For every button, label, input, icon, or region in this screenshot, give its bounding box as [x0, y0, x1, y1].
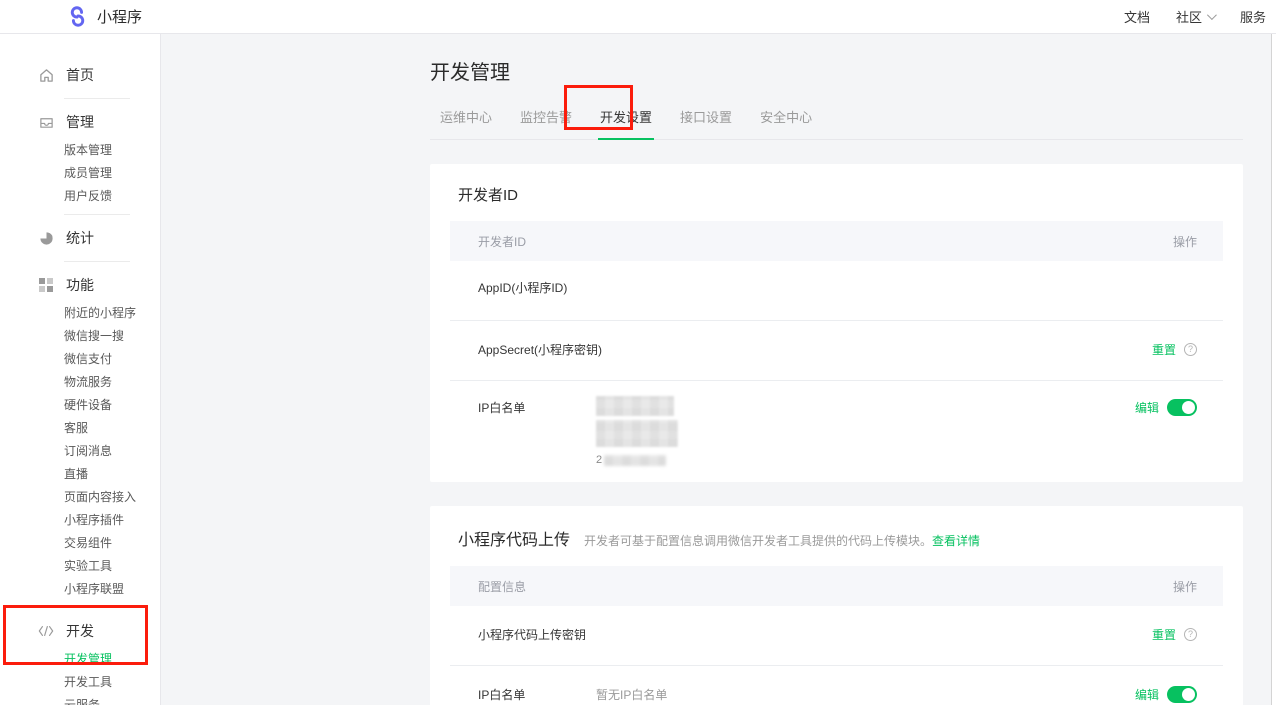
upload-ip-whitelist-empty: 暂无IP白名单 — [596, 686, 1135, 703]
sidebar-item-hardware[interactable]: 硬件设备 — [0, 394, 160, 417]
tab-dev-settings[interactable]: 开发设置 — [600, 107, 652, 126]
ip-whitelist-values-redacted: 2 — [596, 399, 1135, 466]
upload-ip-whitelist-label: IP白名单 — [478, 686, 596, 703]
sidebar-item-features[interactable]: 功能 — [0, 268, 160, 302]
tab-security-center[interactable]: 安全中心 — [760, 107, 812, 126]
code-icon — [38, 623, 54, 639]
ip-redacted-prefix: 2 — [596, 454, 602, 466]
appid-row: AppID(小程序ID) — [450, 261, 1223, 320]
view-details-link[interactable]: 查看详情 — [932, 534, 980, 548]
ip-whitelist-edit-button[interactable]: 编辑 — [1135, 399, 1159, 416]
appsecret-reset-button[interactable]: 重置 — [1152, 341, 1176, 358]
sidebar-item-dev-manage[interactable]: 开发管理 — [0, 648, 160, 671]
col-actions: 操作 — [1173, 578, 1197, 595]
sidebar-divider — [64, 214, 130, 215]
sidebar-divider — [64, 607, 130, 608]
developer-id-table-header: 开发者ID 操作 — [450, 221, 1223, 261]
ip-whitelist-toggle[interactable] — [1167, 399, 1197, 416]
sidebar-item-label: 功能 — [66, 275, 94, 295]
home-icon — [38, 67, 54, 83]
help-icon[interactable]: ? — [1184, 343, 1197, 356]
sidebar-item-experiment-tools[interactable]: 实验工具 — [0, 555, 160, 578]
tab-bar: 运维中心 监控告警 开发设置 接口设置 安全中心 — [430, 107, 1243, 140]
upload-key-row: 小程序代码上传密钥 重置 ? — [450, 606, 1223, 665]
sidebar-item-trade-component[interactable]: 交易组件 — [0, 532, 160, 555]
sidebar-item-stats[interactable]: 统计 — [0, 221, 160, 255]
sidebar-item-label: 管理 — [66, 112, 94, 132]
nav-community[interactable]: 社区 — [1176, 7, 1214, 26]
sidebar-item-customer-service[interactable]: 客服 — [0, 417, 160, 440]
code-upload-card: 小程序代码上传 开发者可基于配置信息调用微信开发者工具提供的代码上传模块。查看详… — [430, 506, 1243, 705]
nav-service[interactable]: 服务 — [1240, 7, 1266, 26]
sidebar-item-dev[interactable]: 开发 — [0, 614, 160, 648]
ip-whitelist-row: IP白名单 2 编辑 — [450, 380, 1223, 482]
tab-ops-center[interactable]: 运维中心 — [440, 107, 492, 126]
appsecret-row: AppSecret(小程序密钥) 重置 ? — [450, 320, 1223, 380]
upload-ip-toggle[interactable] — [1167, 686, 1197, 703]
sidebar-item-nearby-miniprogram[interactable]: 附近的小程序 — [0, 302, 160, 325]
sidebar-item-manage[interactable]: 管理 — [0, 105, 160, 139]
sidebar-item-label: 统计 — [66, 228, 94, 248]
sidebar-item-wechat-pay[interactable]: 微信支付 — [0, 348, 160, 371]
appid-label: AppID(小程序ID) — [478, 279, 596, 296]
miniprogram-logo-icon — [67, 6, 88, 27]
sidebar-item-miniprogram-union[interactable]: 小程序联盟 — [0, 578, 160, 601]
grid-icon — [38, 277, 54, 293]
sidebar-item-live[interactable]: 直播 — [0, 463, 160, 486]
inbox-icon — [38, 114, 54, 130]
top-nav: 文档 社区 服务 — [1124, 7, 1266, 26]
tab-monitor-alert[interactable]: 监控告警 — [520, 107, 572, 126]
main-area: 开发管理 运维中心 监控告警 开发设置 接口设置 安全中心 开发者ID 开发者I… — [161, 34, 1276, 705]
code-upload-heading-row: 小程序代码上传 开发者可基于配置信息调用微信开发者工具提供的代码上传模块。查看详… — [450, 506, 1223, 566]
developer-id-heading: 开发者ID — [450, 164, 1223, 221]
appsecret-label: AppSecret(小程序密钥) — [478, 341, 1152, 358]
sidebar-item-subscribe-message[interactable]: 订阅消息 — [0, 440, 160, 463]
help-icon[interactable]: ? — [1184, 628, 1197, 641]
sidebar-divider — [64, 261, 130, 262]
tab-api-settings[interactable]: 接口设置 — [680, 107, 732, 126]
sidebar-item-label: 开发 — [66, 621, 94, 641]
ip-whitelist-label: IP白名单 — [478, 399, 596, 416]
developer-id-card: 开发者ID 开发者ID 操作 AppID(小程序ID) AppSecret(小程… — [430, 164, 1243, 482]
page-title: 开发管理 — [430, 56, 1243, 85]
vertical-scrollbar[interactable] — [1271, 34, 1276, 705]
pie-chart-icon — [38, 230, 54, 246]
upload-key-label: 小程序代码上传密钥 — [478, 626, 1152, 643]
sidebar-item-label: 首页 — [66, 65, 94, 85]
chevron-down-icon — [1207, 10, 1217, 20]
sidebar: 首页 管理 版本管理 成员管理 用户反馈 统计 功能 附近的小程序 微信搜一搜 — [0, 34, 161, 705]
sidebar-item-logistics[interactable]: 物流服务 — [0, 371, 160, 394]
sidebar-item-wechat-search[interactable]: 微信搜一搜 — [0, 325, 160, 348]
sidebar-item-user-feedback[interactable]: 用户反馈 — [0, 185, 160, 208]
code-upload-heading: 小程序代码上传 — [458, 526, 570, 550]
col-developer-id: 开发者ID — [478, 233, 526, 250]
miniprogram-logo[interactable]: 小程序 — [67, 6, 142, 27]
code-upload-table-header: 配置信息 操作 — [450, 566, 1223, 606]
logo-text: 小程序 — [97, 6, 142, 27]
sidebar-item-page-content[interactable]: 页面内容接入 — [0, 486, 160, 509]
sidebar-item-version-manage[interactable]: 版本管理 — [0, 139, 160, 162]
sidebar-item-dev-tools[interactable]: 开发工具 — [0, 671, 160, 694]
sidebar-item-home[interactable]: 首页 — [0, 58, 160, 92]
top-bar: 小程序 文档 社区 服务 — [0, 0, 1276, 34]
nav-docs[interactable]: 文档 — [1124, 7, 1150, 26]
sidebar-item-member-manage[interactable]: 成员管理 — [0, 162, 160, 185]
upload-ip-edit-button[interactable]: 编辑 — [1135, 686, 1159, 703]
sidebar-item-plugins[interactable]: 小程序插件 — [0, 509, 160, 532]
code-upload-description: 开发者可基于配置信息调用微信开发者工具提供的代码上传模块。查看详情 — [584, 532, 980, 549]
col-actions: 操作 — [1173, 233, 1197, 250]
sidebar-item-cloud-service[interactable]: 云服务 — [0, 694, 160, 705]
sidebar-divider — [64, 98, 130, 99]
upload-key-reset-button[interactable]: 重置 — [1152, 626, 1176, 643]
upload-ip-whitelist-row: IP白名单 暂无IP白名单 编辑 — [450, 665, 1223, 705]
col-config-info: 配置信息 — [478, 578, 526, 595]
